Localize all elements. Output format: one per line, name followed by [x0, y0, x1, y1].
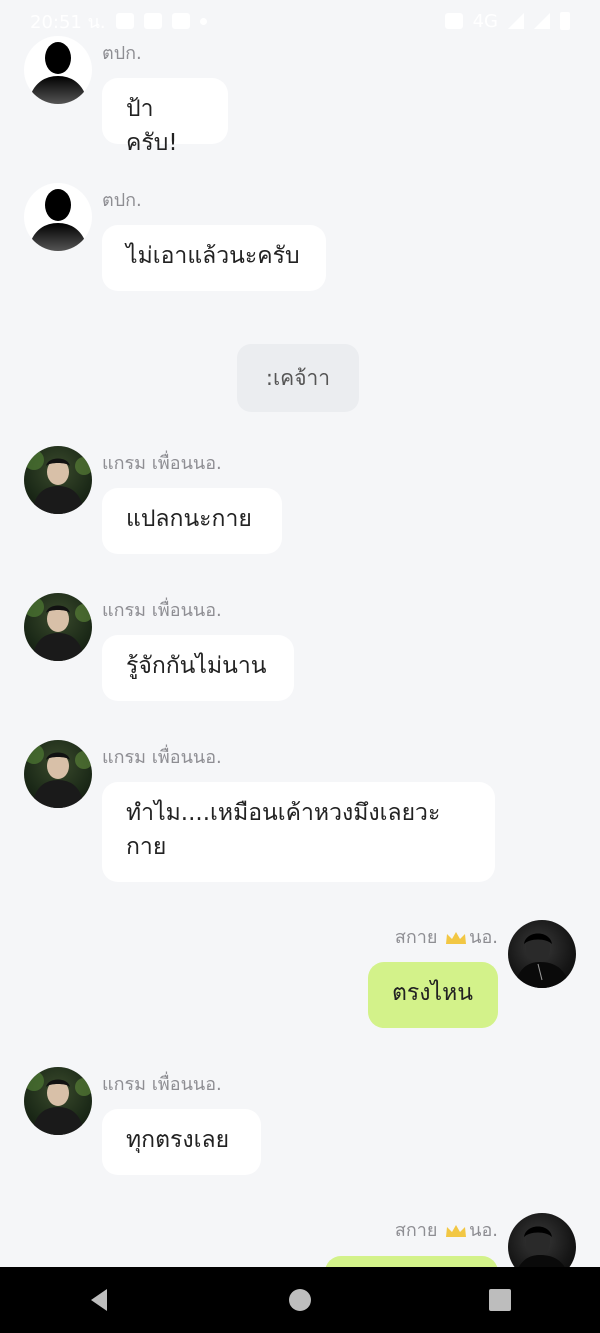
sender-name-prefix: สกาย	[394, 1220, 438, 1241]
avatar-skai[interactable]	[508, 920, 576, 988]
sender-name: ตปก.	[102, 43, 142, 64]
my-message-bubble-partial[interactable]	[325, 1256, 498, 1267]
silhouette-icon	[28, 42, 88, 104]
avatar-tapak[interactable]	[24, 36, 92, 104]
sender-name: แกรม เพื่อนนอ.	[102, 1074, 222, 1095]
sender-name: แกรม เพื่อนนอ.	[102, 747, 222, 768]
person-photo-icon	[514, 933, 570, 988]
sender-name-self: สกาย นอ.	[395, 1215, 498, 1244]
avatar-skai[interactable]	[508, 1213, 576, 1267]
crown-icon	[446, 1225, 467, 1237]
avatar-tapak[interactable]	[24, 183, 92, 251]
person-photo-icon	[24, 744, 92, 808]
crown-icon	[446, 932, 467, 944]
sticker-message[interactable]: :เคจ้าา	[237, 344, 359, 412]
my-message-bubble[interactable]: ตรงไหน	[368, 962, 498, 1028]
sender-name: ตปก.	[102, 190, 142, 211]
message-bubble[interactable]: ป้าครับ!	[102, 78, 228, 156]
person-photo-icon	[24, 1071, 92, 1135]
sender-name-suffix: นอ.	[469, 1220, 498, 1241]
message-bubble[interactable]: ทำไม....เหมือนเค้าหวงมึงเลยวะกาย	[102, 782, 495, 882]
person-photo-icon	[24, 450, 92, 514]
sender-name: แกรม เพื่อนนอ.	[102, 453, 222, 474]
recents-button[interactable]	[470, 1270, 530, 1330]
silhouette-icon	[28, 189, 88, 251]
chat-area[interactable]: ตปก. ป้าครับ! ตปก. ไม่เอาแล้วนะครับ :เคจ…	[0, 0, 600, 1267]
message-bubble[interactable]: รู้จักกันไม่นาน	[102, 635, 294, 701]
message-bubble[interactable]: ทุกตรงเลย	[102, 1109, 261, 1175]
sender-name-self: สกาย นอ.	[395, 922, 498, 951]
person-photo-icon	[24, 597, 92, 661]
message-bubble[interactable]: ไม่เอาแล้วนะครับ	[102, 225, 326, 291]
avatar-gram[interactable]	[24, 593, 92, 661]
avatar-gram[interactable]	[24, 446, 92, 514]
sender-name-prefix: สกาย	[394, 927, 438, 948]
person-photo-icon	[518, 1226, 565, 1267]
sender-name: แกรม เพื่อนนอ.	[102, 600, 222, 621]
sender-name-suffix: นอ.	[469, 927, 498, 948]
avatar-gram[interactable]	[24, 740, 92, 808]
recents-square-icon	[489, 1289, 511, 1311]
home-button[interactable]	[270, 1270, 330, 1330]
home-circle-icon	[289, 1289, 311, 1311]
navigation-bar	[0, 1267, 600, 1333]
back-triangle-icon	[91, 1289, 107, 1311]
avatar-gram[interactable]	[24, 1067, 92, 1135]
message-bubble[interactable]: แปลกนะกาย	[102, 488, 282, 554]
back-button[interactable]	[70, 1270, 130, 1330]
